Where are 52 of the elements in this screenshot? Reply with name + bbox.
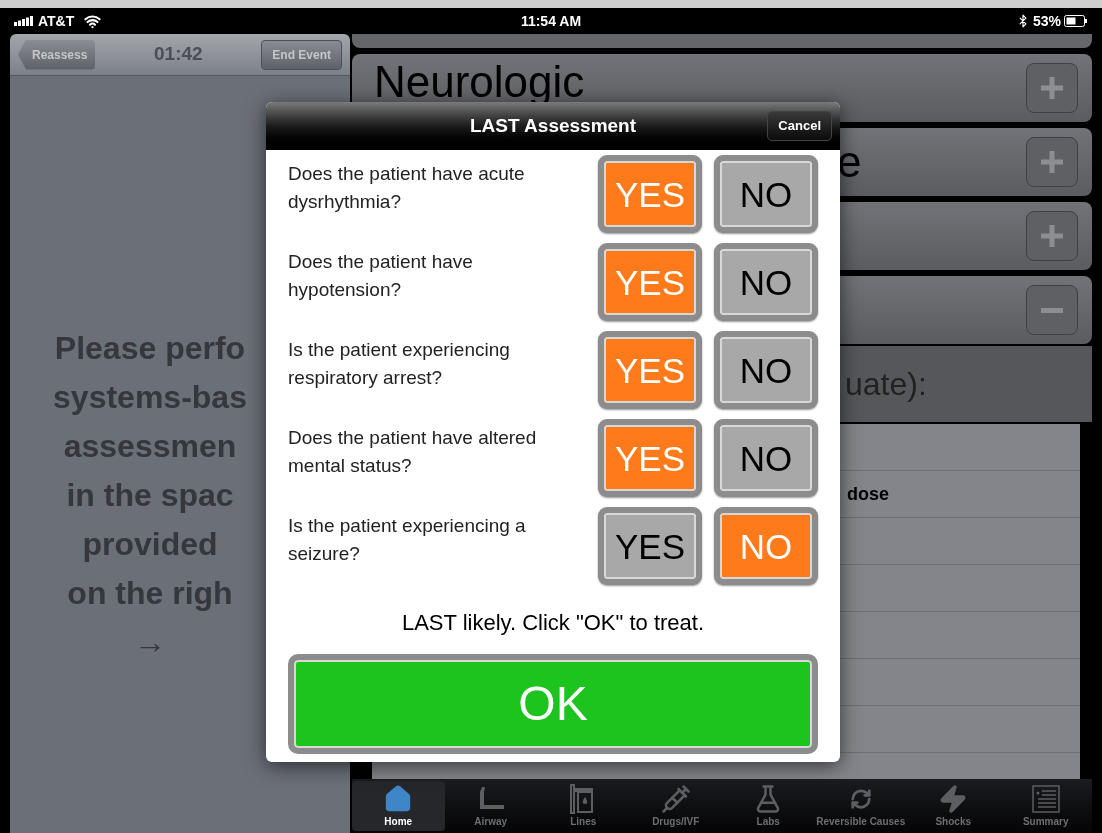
answer-button[interactable]: NO — [714, 155, 818, 233]
instruction-text: Please perfo systems-bas assessmen in the spac provided on the righ → — [53, 329, 247, 662]
document-icon — [1030, 784, 1061, 814]
section-title: uate): — [845, 365, 927, 404]
question-text: Is the patient experiencing respiratory arrest? — [288, 338, 511, 390]
dialog-title: LAST Assessment — [469, 113, 637, 138]
expand-button[interactable] — [1026, 211, 1078, 261]
question-text: Is the patient experiencing a seizure? — [288, 514, 527, 566]
question-text: Does the patient have altered mental status? — [288, 426, 538, 478]
collapse-button[interactable] — [1026, 285, 1078, 335]
tab-bar-item[interactable]: Lines — [537, 781, 630, 831]
answer-button[interactable]: NO — [714, 419, 818, 497]
cancel-button[interactable]: Cancel — [767, 111, 832, 141]
answer-button[interactable]: YES — [598, 507, 702, 585]
plus-icon — [1041, 151, 1063, 173]
tab-bar-item[interactable]: Home — [352, 781, 445, 831]
question-text: Does the patient have hypotension? — [288, 250, 474, 302]
cycle-icon — [849, 788, 872, 810]
answer-button[interactable]: NO — [714, 331, 818, 409]
question-text: Does the patient have acute dysrhythmia? — [288, 162, 526, 214]
result-message: LAST likely. Click "OK" to treat. — [401, 608, 705, 637]
tab-bar-item[interactable]: Summary — [999, 781, 1092, 831]
system-label: e — [837, 137, 862, 186]
syringe-icon — [660, 784, 691, 814]
answer-button[interactable]: YES — [598, 419, 702, 497]
elapsed-timer: 01:42 — [153, 42, 204, 67]
expand-button[interactable] — [1026, 137, 1078, 187]
carrier-name: AT&T — [38, 11, 75, 31]
tab-bar-item[interactable]: Airway — [444, 781, 537, 831]
plus-icon — [1041, 77, 1063, 99]
system-label: Neurologic — [374, 57, 585, 106]
battery-percent: 53% — [1032, 11, 1061, 31]
answer-button[interactable]: NO — [714, 243, 818, 321]
wifi-icon — [84, 12, 102, 30]
plus-icon — [1041, 225, 1063, 247]
minus-icon — [1041, 307, 1063, 313]
signal-icon — [14, 16, 34, 26]
list-item: dose — [847, 482, 889, 506]
clock-time: 11:54 AM — [520, 11, 582, 31]
answer-button[interactable]: NO — [714, 507, 818, 585]
tab-bar-item[interactable]: Labs — [722, 781, 815, 831]
ok-button[interactable]: OK — [288, 654, 818, 754]
tab-bar-item[interactable]: Shocks — [907, 781, 1000, 831]
answer-button[interactable]: YES — [598, 331, 702, 409]
expand-button[interactable] — [1026, 63, 1078, 113]
tab-bar-item[interactable]: Drugs/IVF — [629, 781, 722, 831]
answer-button[interactable]: YES — [598, 243, 702, 321]
answer-button[interactable]: YES — [598, 155, 702, 233]
back-button[interactable]: Reassess — [18, 39, 96, 70]
end-event-button[interactable]: End Event — [261, 39, 342, 70]
tab-bar-item[interactable]: Reversible Causes — [814, 781, 907, 831]
battery-icon — [1064, 15, 1088, 27]
